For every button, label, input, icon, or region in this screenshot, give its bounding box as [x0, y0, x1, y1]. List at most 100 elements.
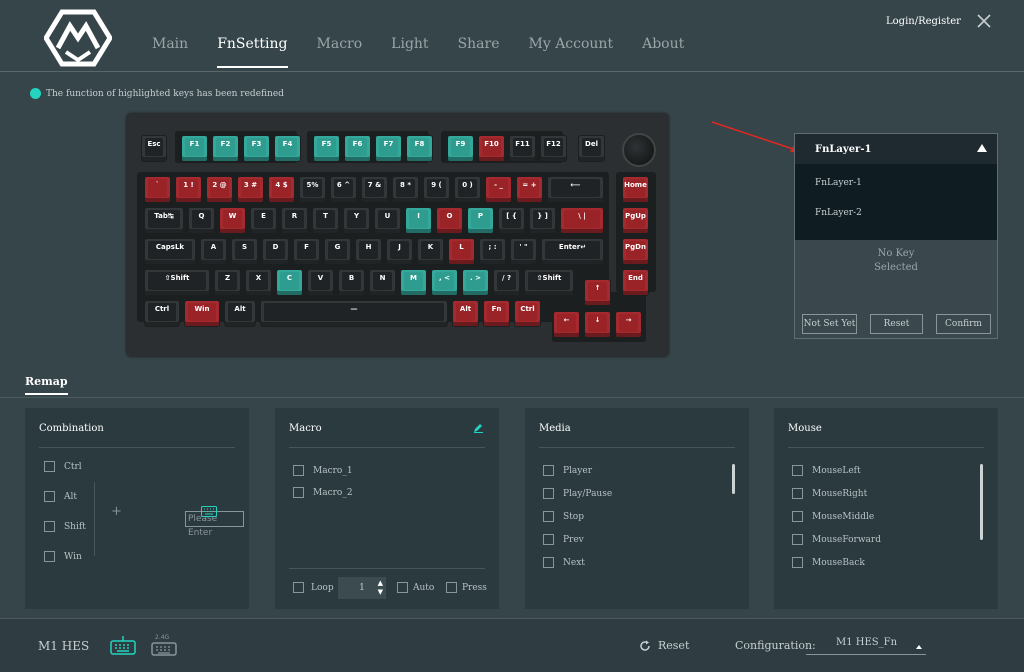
key-n-8[interactable]: 8 *: [392, 176, 419, 203]
key-a-1[interactable]: A: [200, 238, 227, 265]
key-q-7[interactable]: U: [374, 207, 401, 234]
key-q-12[interactable]: } ]: [529, 207, 556, 234]
key-z-0[interactable]: ⇧Shift: [144, 269, 210, 296]
mouse-item[interactable]: MouseBack: [792, 557, 865, 568]
key-q-14[interactable]: PgUp: [622, 207, 649, 234]
key-n-4[interactable]: 4 $: [268, 176, 295, 203]
remap-tab[interactable]: Remap: [25, 375, 68, 395]
key-n-3[interactable]: 3 #: [237, 176, 264, 203]
media-item[interactable]: Next: [543, 557, 585, 568]
checkbox-alt[interactable]: Alt: [44, 491, 77, 502]
key-n-0[interactable]: `: [144, 176, 171, 203]
key-b-7[interactable]: ←: [553, 311, 580, 338]
keyboard-icon[interactable]: [201, 506, 217, 517]
key-f-2[interactable]: F2: [212, 135, 239, 162]
close-icon[interactable]: [975, 12, 993, 30]
checkbox-auto[interactable]: Auto: [397, 582, 434, 593]
key-q-2[interactable]: W: [219, 207, 246, 234]
media-item[interactable]: Prev: [543, 534, 584, 545]
key-q-8[interactable]: I: [405, 207, 432, 234]
key-a-2[interactable]: S: [231, 238, 258, 265]
key-z-6[interactable]: N: [369, 269, 396, 296]
volume-knob[interactable]: [622, 133, 656, 167]
key-f-4[interactable]: F4: [274, 135, 301, 162]
key-z-5[interactable]: B: [338, 269, 365, 296]
key-n-12[interactable]: = +: [516, 176, 543, 203]
key-q-1[interactable]: Q: [188, 207, 215, 234]
scrollbar[interactable]: [980, 464, 983, 540]
nav-my-account[interactable]: My Account: [529, 36, 614, 68]
key-a-7[interactable]: J: [386, 238, 413, 265]
mouse-item[interactable]: MouseMiddle: [792, 511, 874, 522]
key-a-12[interactable]: Enter↵: [541, 238, 604, 265]
key-f-0[interactable]: Esc: [141, 135, 167, 162]
macro-item[interactable]: Macro_2: [293, 487, 353, 498]
media-item[interactable]: Player: [543, 465, 592, 476]
nav-share[interactable]: Share: [458, 36, 500, 68]
nav-about[interactable]: About: [642, 36, 684, 68]
key-z-11[interactable]: ⇧Shift: [524, 269, 574, 296]
key-b-8[interactable]: ↓: [584, 311, 611, 338]
key-n-9[interactable]: 9 (: [423, 176, 450, 203]
key-q-11[interactable]: [ {: [498, 207, 525, 234]
scrollbar[interactable]: [732, 464, 735, 494]
key-b-1[interactable]: Win: [184, 300, 220, 327]
key-f-1[interactable]: F1: [181, 135, 208, 162]
key-n-7[interactable]: 7 &: [361, 176, 388, 203]
key-n-13[interactable]: ⟵: [547, 176, 604, 203]
nav-macro[interactable]: Macro: [317, 36, 363, 68]
mouse-item[interactable]: MouseRight: [792, 488, 867, 499]
key-f-6[interactable]: F6: [344, 135, 371, 162]
key-z-3[interactable]: C: [276, 269, 303, 296]
reset-button[interactable]: Reset: [870, 314, 923, 334]
confirm-button[interactable]: Confirm: [936, 314, 991, 334]
key-a-13[interactable]: PgDn: [622, 238, 649, 265]
reset-link[interactable]: Reset: [658, 639, 689, 652]
edit-icon[interactable]: [473, 422, 484, 433]
key-q-6[interactable]: Y: [343, 207, 370, 234]
key-z-1[interactable]: Z: [214, 269, 241, 296]
key-a-0[interactable]: CapsLk: [144, 238, 196, 265]
key-q-13[interactable]: \ |: [560, 207, 604, 234]
key-q-3[interactable]: E: [250, 207, 277, 234]
key-a-11[interactable]: ' ": [510, 238, 537, 265]
key-n-11[interactable]: - _: [485, 176, 512, 203]
key-n-10[interactable]: 0 ): [454, 176, 481, 203]
key-n-6[interactable]: 6 ^: [330, 176, 357, 203]
key-f-7[interactable]: F7: [375, 135, 402, 162]
wireless-keyboard-icon[interactable]: [151, 642, 177, 656]
media-item[interactable]: Play/Pause: [543, 488, 612, 499]
checkbox-loop[interactable]: Loop: [293, 582, 334, 593]
config-select[interactable]: M1 HES_Fn: [806, 637, 926, 655]
key-f-12[interactable]: F12: [540, 135, 567, 162]
key-z-10[interactable]: / ?: [493, 269, 520, 296]
key-f-8[interactable]: F8: [406, 135, 433, 162]
mouse-item[interactable]: MouseForward: [792, 534, 881, 545]
key-b-2[interactable]: Alt: [224, 300, 256, 327]
key-f-9[interactable]: F9: [447, 135, 474, 162]
key-z-4[interactable]: V: [307, 269, 334, 296]
key-z-2[interactable]: X: [245, 269, 272, 296]
checkbox-press[interactable]: Press: [446, 582, 487, 593]
key-a-10[interactable]: ; :: [479, 238, 506, 265]
checkbox-shift[interactable]: Shift: [44, 521, 86, 532]
media-item[interactable]: Stop: [543, 511, 584, 522]
stepper-arrows-icon[interactable]: ▲ ▼: [378, 579, 383, 597]
not-set-yet-button[interactable]: Not Set Yet: [802, 314, 857, 334]
key-q-9[interactable]: O: [436, 207, 463, 234]
key-z-7[interactable]: M: [400, 269, 427, 296]
fn-layer-option[interactable]: FnLayer-2: [795, 208, 997, 238]
checkbox-ctrl[interactable]: Ctrl: [44, 461, 82, 472]
checkbox-win[interactable]: Win: [44, 551, 82, 562]
key-q-10[interactable]: P: [467, 207, 494, 234]
key-n-5[interactable]: 5%: [299, 176, 326, 203]
key-z-8[interactable]: , <: [431, 269, 458, 296]
mouse-item[interactable]: MouseLeft: [792, 465, 861, 476]
key-f-5[interactable]: F5: [313, 135, 340, 162]
refresh-icon[interactable]: [639, 640, 651, 652]
key-b-3[interactable]: —: [260, 300, 448, 327]
key-z-9[interactable]: . >: [462, 269, 489, 296]
fn-layer-select[interactable]: FnLayer-1: [795, 134, 997, 164]
key-f-3[interactable]: F3: [243, 135, 270, 162]
macro-item[interactable]: Macro_1: [293, 465, 353, 476]
